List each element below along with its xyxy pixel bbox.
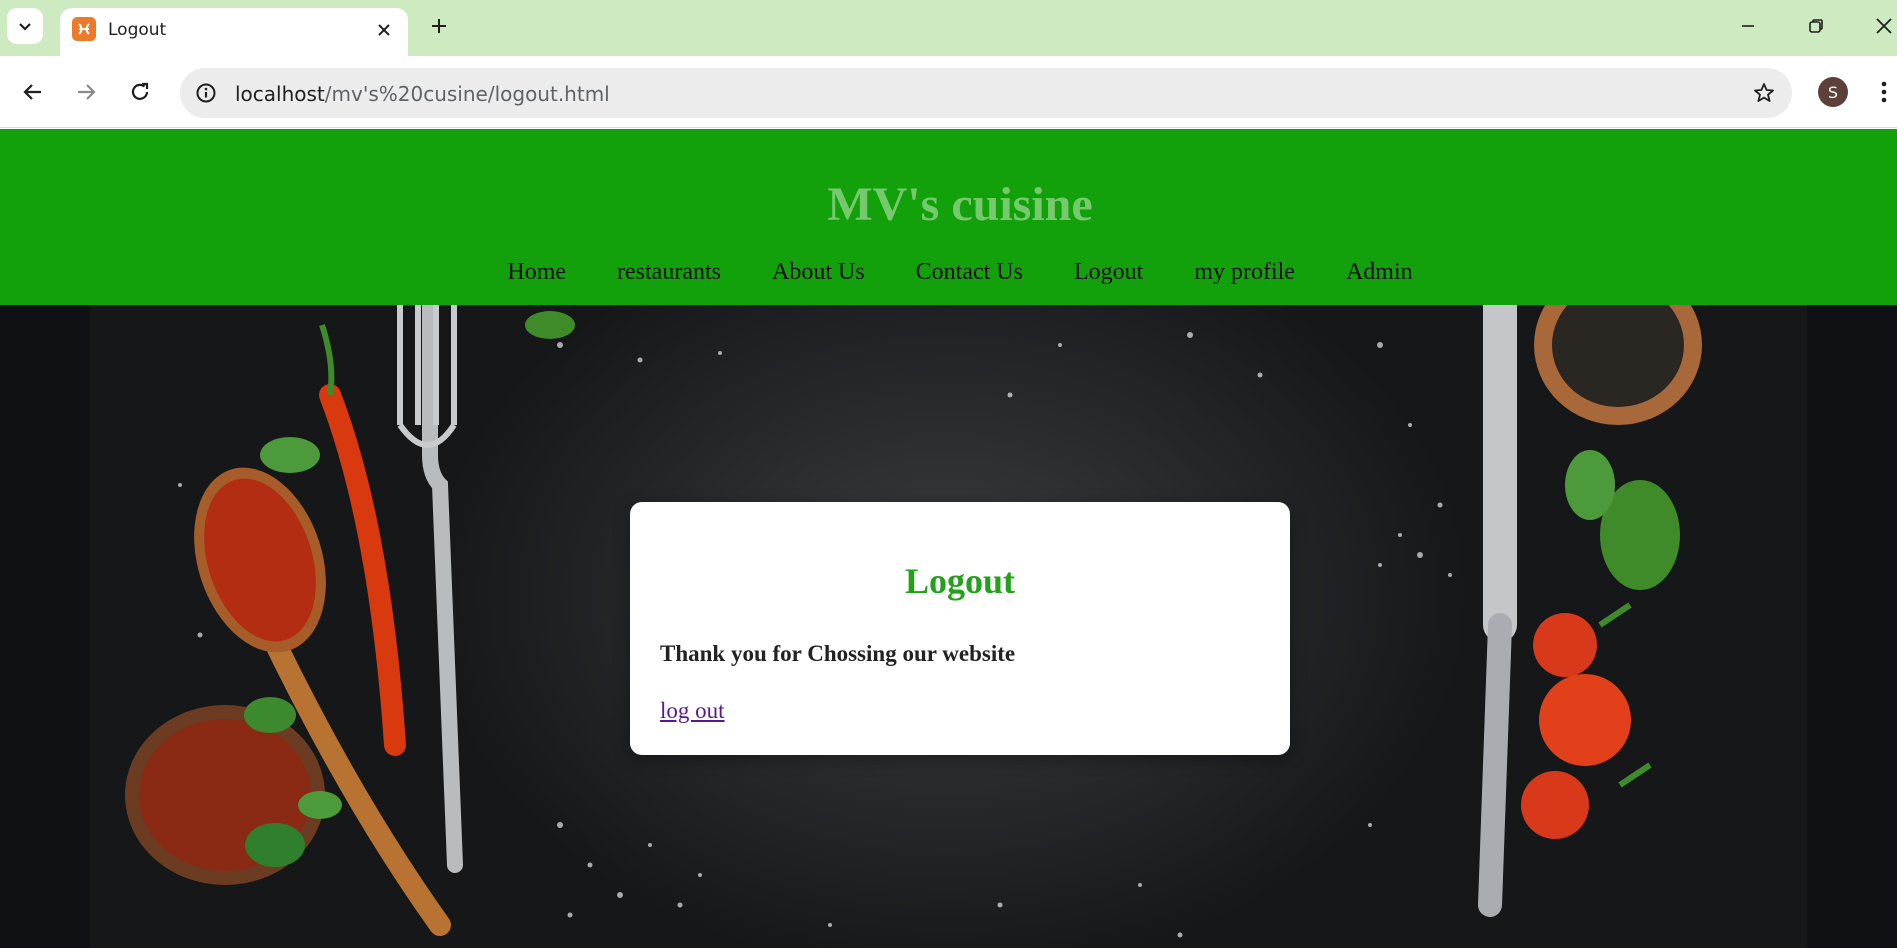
close-window-button[interactable] xyxy=(1870,12,1897,40)
nav-restaurants[interactable]: restaurants xyxy=(617,259,721,286)
close-icon xyxy=(1876,18,1892,34)
arrow-right-icon xyxy=(78,84,96,100)
info-icon[interactable] xyxy=(192,79,220,107)
browser-toolbar: localhost/mv's%20cusine/logout.html S xyxy=(0,56,1897,128)
restore-button[interactable] xyxy=(1802,12,1830,40)
browser-tabstrip: Logout xyxy=(0,0,1897,56)
close-icon[interactable] xyxy=(372,18,396,42)
thank-you-message: Thank you for Chossing our website xyxy=(660,641,1016,666)
logout-link[interactable]: log out xyxy=(660,698,725,724)
more-vertical-icon[interactable] xyxy=(1872,76,1896,108)
minimize-button[interactable] xyxy=(1734,12,1762,40)
reload-button[interactable] xyxy=(122,74,158,110)
back-button[interactable] xyxy=(15,74,51,110)
minimize-icon xyxy=(1742,25,1754,27)
nav-my-profile[interactable]: my profile xyxy=(1194,259,1295,286)
xampp-icon xyxy=(72,17,96,41)
restore-icon xyxy=(1809,19,1823,33)
nav-logout[interactable]: Logout xyxy=(1074,259,1143,286)
address-bar[interactable]: localhost/mv's%20cusine/logout.html xyxy=(180,68,1792,118)
url-path: /mv's%20cusine/logout.html xyxy=(324,82,610,106)
new-tab-button[interactable] xyxy=(425,12,453,40)
browser-tab-active[interactable]: Logout xyxy=(60,8,408,56)
url-host: localhost xyxy=(235,82,325,106)
main-nav: Home restaurants About Us Contact Us Log… xyxy=(0,259,1897,286)
logout-card: Logout Thank you for Chossing our websit… xyxy=(630,502,1290,755)
avatar[interactable]: S xyxy=(1818,77,1848,107)
site-brand: MV's cuisine xyxy=(827,178,1093,231)
arrow-left-icon xyxy=(23,84,41,100)
nav-admin[interactable]: Admin xyxy=(1346,259,1413,286)
card-title: Logout xyxy=(904,561,1016,601)
forward-button[interactable] xyxy=(68,74,104,110)
tab-search-button[interactable] xyxy=(7,8,43,44)
site-header: MV's cuisine Home restaurants About Us C… xyxy=(0,129,1897,305)
nav-about-us[interactable]: About Us xyxy=(772,259,865,286)
url-text[interactable]: localhost/mv's%20cusine/logout.html xyxy=(235,82,610,106)
star-icon[interactable] xyxy=(1750,79,1778,107)
nav-contact-us[interactable]: Contact Us xyxy=(916,259,1023,286)
chevron-down-icon xyxy=(19,23,31,31)
plus-icon xyxy=(432,19,446,33)
tab-title: Logout xyxy=(108,20,167,40)
reload-icon xyxy=(131,82,149,100)
nav-home[interactable]: Home xyxy=(507,259,566,286)
